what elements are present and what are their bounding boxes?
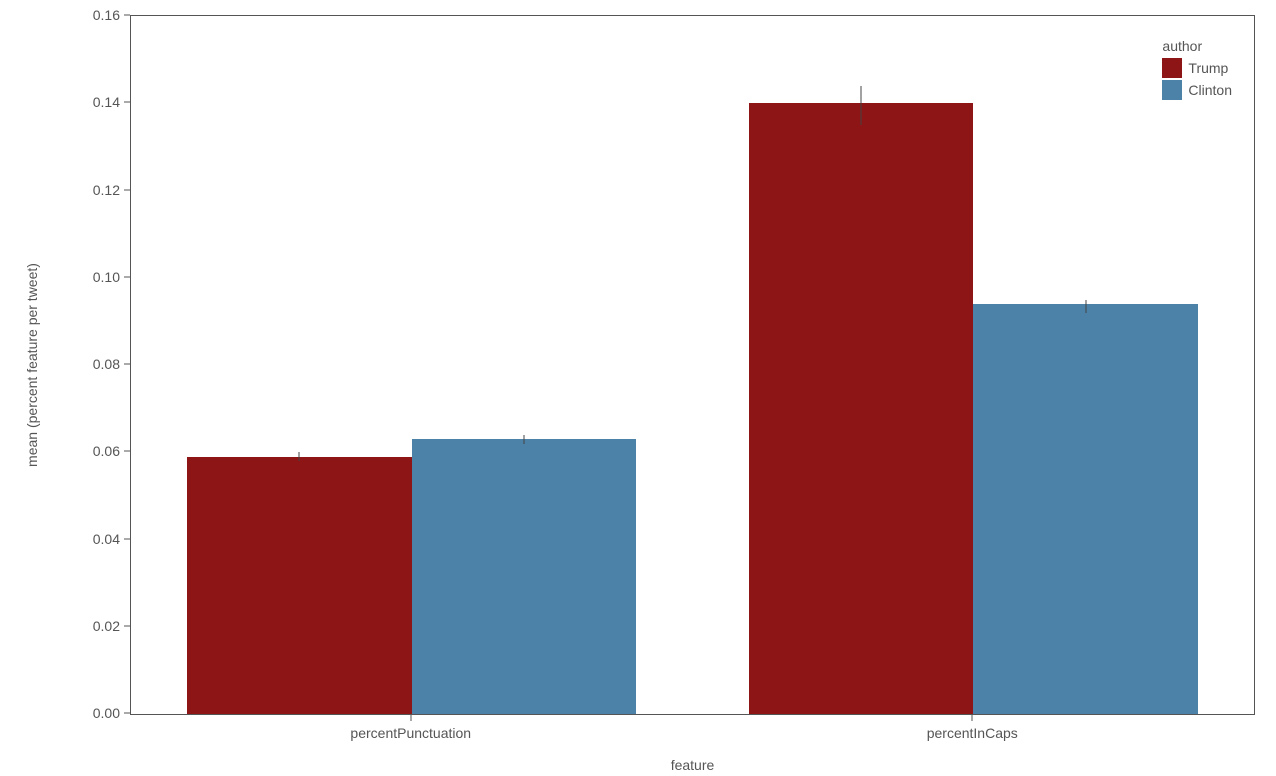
x-axis: feature percentPunctuation percentInCaps xyxy=(130,715,1255,775)
legend-label: Trump xyxy=(1188,60,1228,76)
bar xyxy=(412,439,637,714)
y-tick-label: 0.10 xyxy=(93,269,120,285)
y-tick-label: 0.08 xyxy=(93,356,120,372)
plot-area: author Trump Clinton xyxy=(130,15,1255,715)
y-tick-label: 0.00 xyxy=(93,705,120,721)
y-tick-label: 0.12 xyxy=(93,182,120,198)
y-tick-label: 0.02 xyxy=(93,618,120,634)
legend-swatch-icon xyxy=(1162,58,1182,78)
error-bar xyxy=(860,86,861,125)
x-tick-mark xyxy=(972,715,973,721)
error-bar xyxy=(299,452,300,461)
legend-item-clinton: Clinton xyxy=(1162,80,1232,100)
bar xyxy=(973,304,1198,714)
legend-item-trump: Trump xyxy=(1162,58,1232,78)
x-tick-label: percentInCaps xyxy=(927,725,1018,741)
y-tick-label: 0.16 xyxy=(93,7,120,23)
x-axis-label: feature xyxy=(671,757,715,773)
x-tick-label: percentPunctuation xyxy=(350,725,471,741)
y-tick-label: 0.04 xyxy=(93,531,120,547)
bar xyxy=(749,103,974,714)
bar xyxy=(187,457,412,714)
y-tick-label: 0.14 xyxy=(93,94,120,110)
legend-label: Clinton xyxy=(1188,82,1232,98)
chart-container: mean (percent feature per tweet) 0.00 0.0… xyxy=(0,0,1276,776)
y-tick-label: 0.06 xyxy=(93,443,120,459)
error-bar xyxy=(1085,300,1086,313)
y-axis: mean (percent feature per tweet) 0.000.0… xyxy=(0,15,130,715)
legend-title: author xyxy=(1162,38,1232,54)
legend-swatch-icon xyxy=(1162,80,1182,100)
error-bar xyxy=(524,435,525,444)
legend: author Trump Clinton xyxy=(1162,38,1232,100)
x-tick-mark xyxy=(410,715,411,721)
y-axis-label: mean (percent feature per tweet) xyxy=(24,263,40,467)
